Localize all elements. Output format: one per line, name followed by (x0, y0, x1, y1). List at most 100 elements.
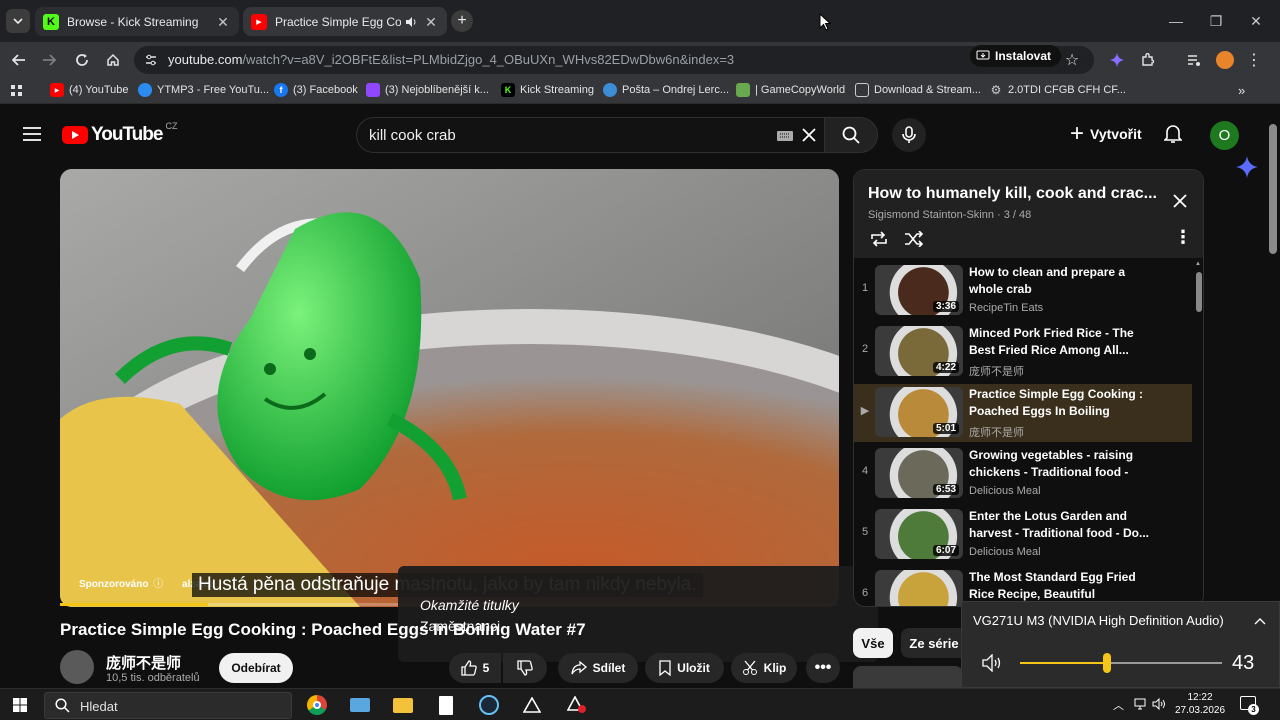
dislike-button[interactable] (503, 653, 547, 683)
reload-icon[interactable] (68, 46, 96, 74)
recommendation-thumbnail[interactable] (853, 666, 963, 688)
playlist-item-channel: Delicious Meal (969, 485, 1041, 497)
shuffle-icon[interactable] (904, 231, 924, 247)
recording-app-icon[interactable] (564, 692, 590, 718)
audio-device-name[interactable]: VG271U M3 (NVIDIA High Definition Audio) (973, 613, 1224, 628)
keyboard-icon[interactable] (777, 131, 793, 141)
tray-chevron-icon[interactable]: ︿ (1113, 697, 1124, 713)
notifications-bell-icon[interactable] (1164, 124, 1182, 144)
bookmark-kick[interactable]: K Kick Streaming (501, 83, 594, 97)
bookmark-star-icon[interactable]: ☆ (1058, 46, 1086, 74)
clear-search-icon[interactable] (802, 128, 816, 142)
bookmark-facebook[interactable]: f (3) Facebook (274, 83, 358, 97)
account-avatar[interactable]: O (1210, 121, 1239, 150)
volume-slider-thumb[interactable] (1102, 653, 1111, 673)
install-app-button[interactable]: Instalovat (970, 45, 1062, 67)
close-icon[interactable]: ✕ (423, 14, 439, 30)
clock-date: 27.03.2026 (1174, 705, 1226, 716)
window-close-icon[interactable]: ✕ (1236, 0, 1276, 42)
speaker-icon[interactable] (405, 16, 417, 28)
more-bookmarks-icon[interactable]: » (1238, 83, 1245, 98)
share-button[interactable]: Sdílet (558, 653, 638, 683)
save-button[interactable]: Uložit (645, 653, 724, 683)
taskbar-search[interactable]: Hledat (44, 692, 292, 719)
new-tab-plus-icon[interactable]: + (451, 10, 473, 32)
address-bar[interactable]: youtube.com/watch?v=a8V_i2OBFtE&list=PLM… (134, 46, 1094, 74)
create-button[interactable]: + Vytvořit (1060, 117, 1152, 151)
bookmark-gamecopyworld[interactable]: | GameCopyWorld (736, 83, 845, 97)
document-app-icon[interactable] (433, 692, 459, 718)
minimize-icon[interactable]: — (1156, 0, 1196, 42)
profile-avatar[interactable] (1211, 46, 1239, 74)
search-input[interactable]: kill cook crab (356, 117, 824, 153)
taskbar-clock[interactable]: 12:22 27.03.2026 (1172, 691, 1228, 717)
restore-icon[interactable]: ❐ (1196, 0, 1236, 42)
windows-start-icon[interactable] (13, 698, 27, 712)
chip-all[interactable]: Vše (853, 628, 893, 658)
gemini-sparkle-icon[interactable] (1236, 156, 1258, 178)
playlist-item[interactable]: 5 6:07 Enter the Lotus Garden and harvest … (854, 506, 1192, 564)
notification-center-icon[interactable]: 3 (1240, 696, 1259, 715)
playlist-item[interactable]: ▶ 5:01 Practice Simple Egg Cooking : Poach… (854, 384, 1192, 442)
tab-youtube[interactable]: ▶ Practice Simple Egg Cooking ✕ (243, 7, 447, 36)
browser-tab-strip: K Browse - Kick Streaming ✕ ▶ Practice S… (0, 0, 1280, 42)
channel-name[interactable]: 庞师不是师 (106, 652, 181, 673)
close-icon[interactable]: ✕ (215, 14, 231, 30)
bookmark-twitch[interactable]: (3) Nejoblíbenější k... (366, 83, 489, 97)
bookmark-youtube[interactable]: ▶ (4) YouTube (50, 83, 129, 97)
close-playlist-icon[interactable] (1173, 194, 1187, 208)
more-actions-icon[interactable]: ••• (806, 653, 840, 683)
channel-avatar[interactable] (60, 650, 94, 684)
chrome-app-icon[interactable] (304, 692, 330, 718)
file-explorer-icon[interactable] (390, 692, 416, 718)
desktop-app-icon[interactable] (347, 692, 373, 718)
search-button[interactable] (824, 117, 878, 153)
chip-series[interactable]: Ze série (901, 628, 967, 658)
site-settings-icon[interactable] (144, 53, 158, 67)
triangle-app-icon[interactable] (519, 692, 545, 718)
caption-option-auto[interactable]: Okamžité titulky (420, 597, 519, 613)
chevron-up-icon[interactable] (1254, 617, 1266, 625)
playlist-item[interactable]: 4 6:53 Growing vegetables - raising chicke… (854, 445, 1192, 503)
youtube-logo[interactable]: YouTube CZ (62, 121, 177, 146)
playlist-scrollbar[interactable]: ▲ (1194, 258, 1203, 606)
voice-search-button[interactable] (892, 118, 926, 152)
youtube-icon: ▶ (251, 13, 267, 30)
volume-slider[interactable] (1020, 653, 1222, 673)
bookmark-tdi[interactable]: ⚙ 2.0TDI CFGB CFH CF... (989, 83, 1126, 97)
extensions-icon[interactable] (1134, 46, 1162, 74)
playlist-menu-icon[interactable]: ⋮ (1174, 227, 1192, 248)
forward-icon[interactable] (35, 46, 63, 74)
browser-menu-icon[interactable]: ⋮ (1240, 46, 1268, 74)
bookmark-ytmp3[interactable]: YTMP3 - Free YouTu... (138, 83, 269, 97)
hamburger-menu-icon[interactable] (23, 127, 41, 141)
back-icon[interactable] (5, 46, 33, 74)
info-icon[interactable]: ⓘ (153, 579, 163, 590)
loop-icon[interactable] (869, 230, 889, 248)
bookmark-label: (3) Nejoblíbenější k... (385, 84, 489, 96)
tab-kick[interactable]: K Browse - Kick Streaming ✕ (35, 7, 239, 36)
facebook-icon: f (274, 83, 288, 97)
bookmark-download[interactable]: Download & Stream... (855, 83, 981, 97)
gemini-extension-icon[interactable] (1103, 46, 1131, 74)
steam-icon[interactable] (476, 692, 502, 718)
subscribe-button[interactable]: Odebírat (219, 653, 293, 683)
like-button[interactable]: 5 (449, 653, 501, 683)
playlist-item[interactable]: 2 4:22 Minced Pork Fried Rice - The Best F… (854, 323, 1192, 381)
home-icon[interactable] (99, 46, 127, 74)
playlist-title[interactable]: How to humanely kill, cook and crac... (868, 185, 1158, 203)
apps-grid-icon[interactable] (10, 84, 24, 98)
speaker-icon[interactable] (982, 654, 1004, 672)
tray-volume-icon[interactable] (1152, 698, 1166, 710)
plus-icon: + (1070, 120, 1085, 147)
clip-button[interactable]: Klip (731, 653, 797, 683)
playlist-item-duration: 6:07 (932, 545, 959, 556)
media-controls-icon[interactable] (1180, 46, 1208, 74)
bookmark-mail[interactable]: Pošta – Ondrej Lerc... (603, 83, 729, 97)
playlist-item[interactable]: 1 3:36 How to clean and prepare a whole cr… (854, 262, 1192, 320)
network-icon[interactable] (1134, 698, 1146, 710)
tab-search-button[interactable] (6, 9, 30, 33)
thumbs-up-icon (461, 660, 477, 676)
video-player[interactable] (60, 169, 839, 607)
playlist-item-index: 2 (861, 343, 869, 355)
